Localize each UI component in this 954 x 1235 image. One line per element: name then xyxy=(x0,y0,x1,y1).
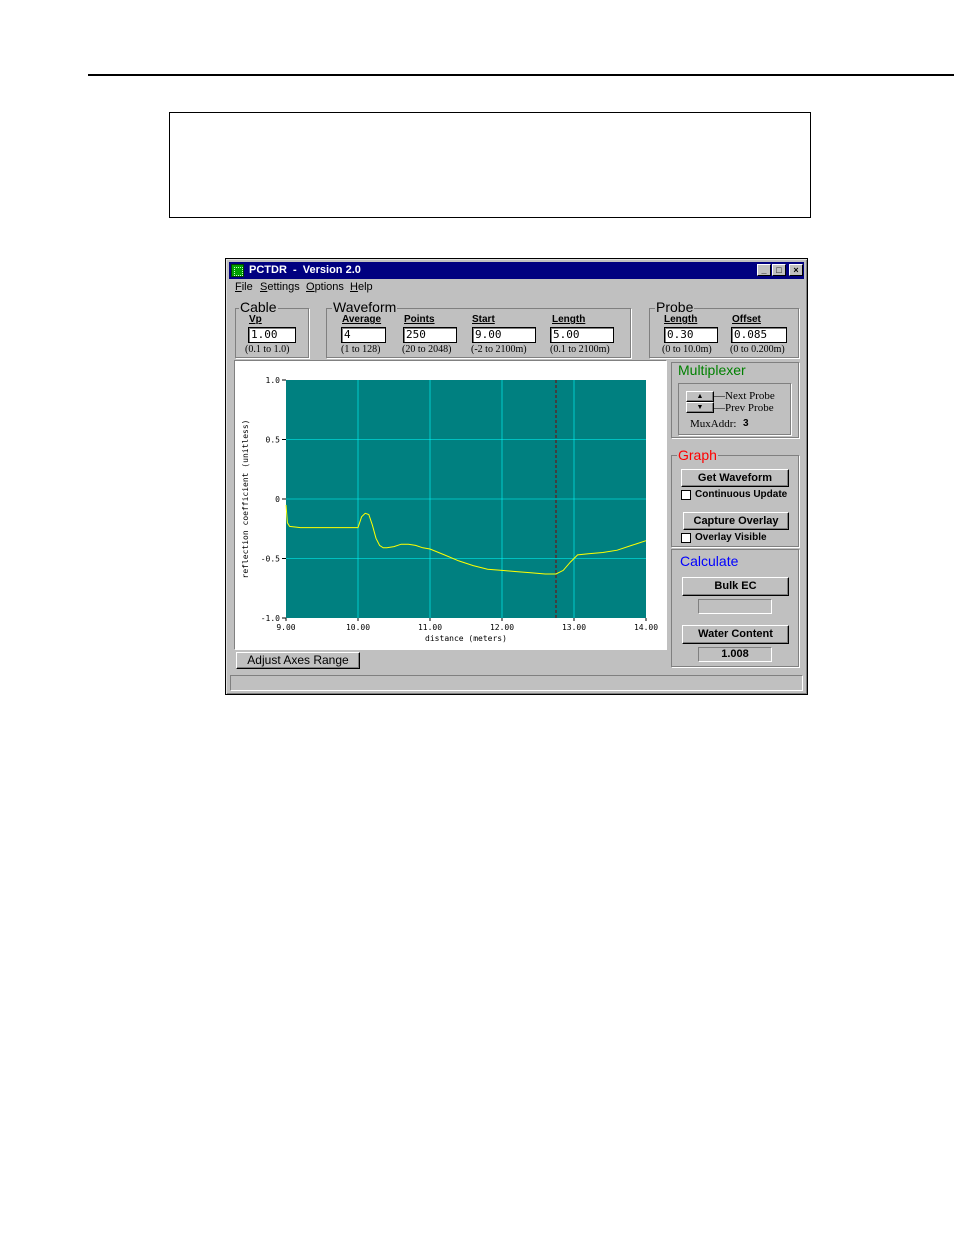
maximize-button[interactable]: □ xyxy=(772,264,786,276)
capture-overlay-button[interactable]: Capture Overlay xyxy=(683,512,789,530)
water-content-button[interactable]: Water Content xyxy=(682,625,789,644)
average-input[interactable]: 4 xyxy=(341,327,386,343)
plot-panel: 9.00 10.00 11.00 12.00 13.00 14.00 1.0 0.5 0 -0.5… xyxy=(234,360,667,650)
y-tick-label: 0 xyxy=(275,495,280,504)
water-content-readout: 1.008 xyxy=(698,647,772,662)
close-button[interactable]: × xyxy=(789,264,803,276)
x-tick-label: 12.00 xyxy=(490,623,514,632)
continuous-update-label: Continuous Update xyxy=(695,489,788,500)
vp-range: (0.1 to 1.0) xyxy=(245,344,290,355)
x-tick-label: 13.00 xyxy=(562,623,586,632)
probe-length-range: (0 to 10.0m) xyxy=(662,344,712,355)
average-range: (1 to 128) xyxy=(341,344,381,355)
probe-length-input[interactable]: 0.30 xyxy=(664,327,718,343)
page-rule xyxy=(88,74,954,76)
pctdr-window: PCTDR - Version 2.0 _ □ × File Settings … xyxy=(225,258,808,695)
pctdr-app-icon[interactable] xyxy=(231,264,244,277)
up-arrow-icon: ▲ xyxy=(696,393,704,400)
adjust-axes-button[interactable]: Adjust Axes Range xyxy=(236,652,360,669)
average-label: Average xyxy=(342,314,382,325)
mux-addr-label: MuxAddr: xyxy=(690,418,737,430)
bulk-ec-button[interactable]: Bulk EC xyxy=(682,577,789,596)
calculate-title: Calculate xyxy=(679,553,740,569)
y-tick-label: 0.5 xyxy=(266,436,281,445)
mux-addr-value: 3 xyxy=(743,418,749,429)
vp-input[interactable]: 1.00 xyxy=(248,327,296,343)
probe-offset-input[interactable]: 0.085 xyxy=(731,327,787,343)
menu-help-label: elp xyxy=(357,281,373,293)
menu-options-label: ptions xyxy=(314,281,344,293)
wave-length-input[interactable]: 5.00 xyxy=(550,327,614,343)
overlay-visible-checkbox[interactable] xyxy=(681,533,691,543)
probe-offset-range: (0 to 0.200m) xyxy=(730,344,785,355)
overlay-visible-label: Overlay Visible xyxy=(695,532,767,543)
wave-length-label: Length xyxy=(552,314,586,325)
points-range: (20 to 2048) xyxy=(402,344,452,355)
minimize-button[interactable]: _ xyxy=(757,264,771,276)
cable-group-title: Cable xyxy=(239,299,278,315)
y-axis-label: reflection coefficient (unitless) xyxy=(241,420,250,579)
x-tick-label: 10.00 xyxy=(346,623,370,632)
y-tick-label: -1.0 xyxy=(261,614,280,623)
x-tick-label: 14.00 xyxy=(634,623,658,632)
probe-length-label: Length xyxy=(664,314,698,325)
prev-probe-label: —Prev Probe xyxy=(714,402,774,414)
menu-options[interactable]: Options xyxy=(306,281,344,293)
wave-length-range: (0.1 to 2100m) xyxy=(550,344,610,355)
vp-label: Vp xyxy=(249,314,262,325)
get-waveform-button[interactable]: Get Waveform xyxy=(681,469,789,487)
bulk-ec-readout xyxy=(698,599,772,614)
probe-group-title: Probe xyxy=(655,299,695,315)
graph-title: Graph xyxy=(677,447,718,463)
menu-help[interactable]: Help xyxy=(350,281,373,293)
window-title: PCTDR - Version 2.0 xyxy=(249,264,361,276)
x-tick-label: 11.00 xyxy=(418,623,442,632)
waveform-group-title: Waveform xyxy=(332,299,398,315)
start-range: (-2 to 2100m) xyxy=(471,344,527,355)
menu-bar: File Settings Options Help xyxy=(229,280,804,295)
next-probe-label: —Next Probe xyxy=(714,390,775,402)
continuous-update-checkbox[interactable] xyxy=(681,490,691,500)
x-axis-label: distance (meters) xyxy=(425,634,507,643)
waveform-chart[interactable]: 9.00 10.00 11.00 12.00 13.00 14.00 1.0 0.5 0 -0.5… xyxy=(235,361,666,649)
menu-settings-label: ettings xyxy=(267,281,300,293)
multiplexer-title: Multiplexer xyxy=(677,362,747,378)
prev-probe-button[interactable]: ▼ xyxy=(686,402,714,413)
status-bar xyxy=(230,675,803,691)
points-label: Points xyxy=(404,314,435,325)
next-probe-button[interactable]: ▲ xyxy=(686,391,714,402)
menu-settings[interactable]: Settings xyxy=(260,281,300,293)
title-bar[interactable]: PCTDR - Version 2.0 _ □ × xyxy=(229,262,804,279)
note-box xyxy=(169,112,811,218)
start-input[interactable]: 9.00 xyxy=(472,327,536,343)
y-tick-label: 1.0 xyxy=(266,376,281,385)
points-input[interactable]: 250 xyxy=(403,327,457,343)
down-arrow-icon: ▼ xyxy=(696,404,704,411)
start-label: Start xyxy=(472,314,495,325)
y-tick-label: -0.5 xyxy=(261,555,280,564)
menu-file-label: ile xyxy=(241,281,253,293)
x-tick-label: 9.00 xyxy=(276,623,295,632)
menu-file[interactable]: File xyxy=(235,281,253,293)
probe-offset-label: Offset xyxy=(732,314,761,325)
